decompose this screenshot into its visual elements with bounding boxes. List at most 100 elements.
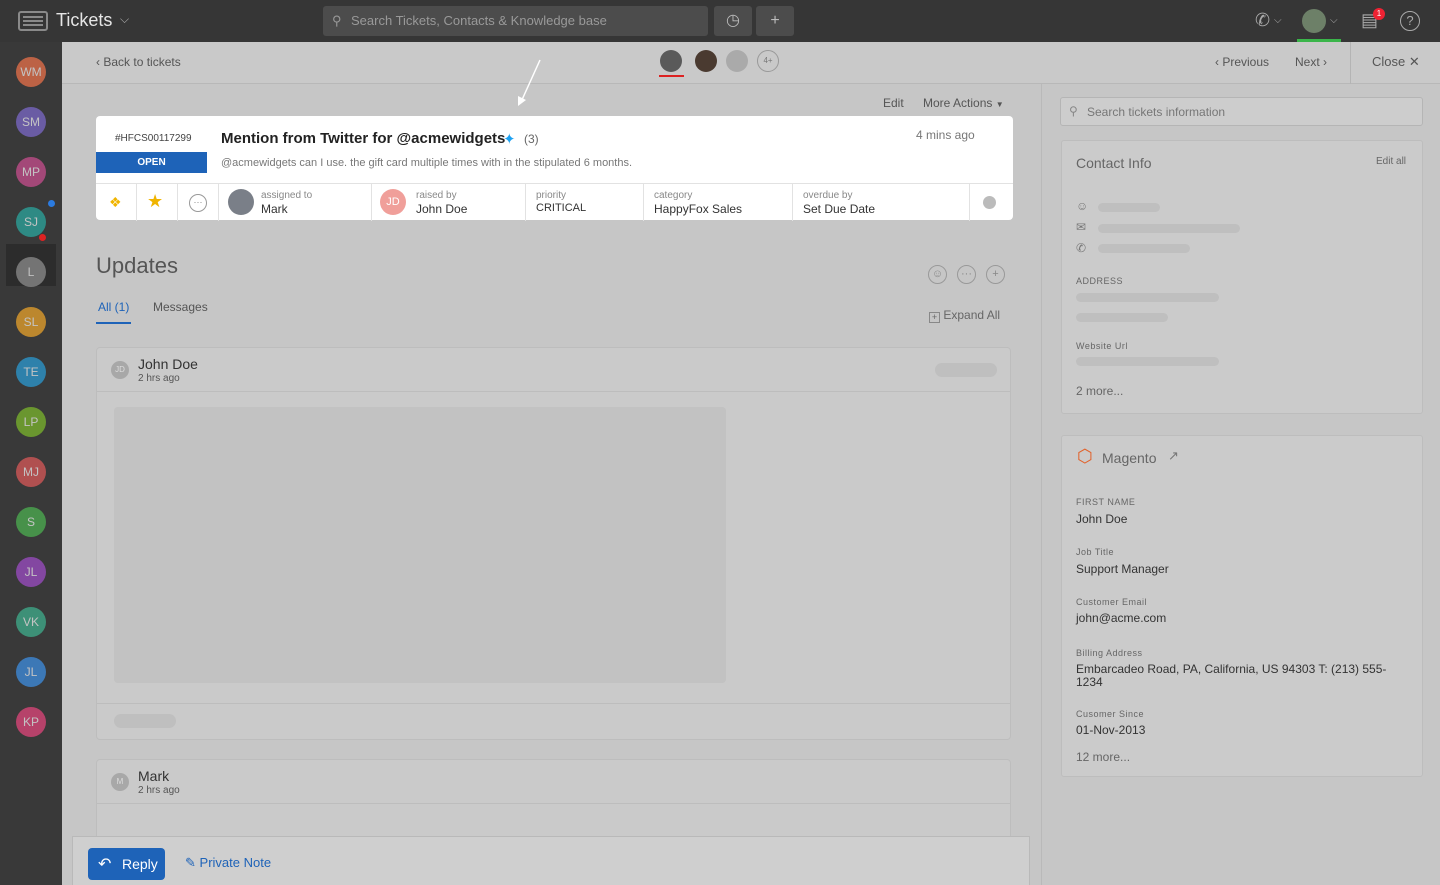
watcher-avatar[interactable] bbox=[660, 50, 682, 72]
user-icon[interactable]: ☺ bbox=[928, 265, 947, 284]
more-actions-button[interactable]: More Actions ▼ bbox=[923, 96, 1004, 110]
reply-icon: ↶ bbox=[98, 856, 112, 873]
agent-avatar[interactable]: MJ bbox=[16, 457, 46, 487]
active-tab-indicator bbox=[96, 322, 131, 324]
more-actions-label: More Actions bbox=[923, 96, 993, 110]
agent-avatar[interactable]: WM bbox=[16, 57, 46, 87]
edit-ticket-button[interactable]: Edit bbox=[883, 96, 904, 110]
update-card-header[interactable]: M Mark 2 hrs ago bbox=[97, 760, 1010, 804]
agent-avatar[interactable]: VK bbox=[16, 607, 46, 637]
field-value: 01-Nov-2013 bbox=[1076, 723, 1146, 737]
search-placeholder: Search Tickets, Contacts & Knowledge bas… bbox=[351, 13, 607, 28]
chevron-down-icon[interactable]: ⌵ bbox=[120, 12, 129, 27]
edit-all-button[interactable]: Edit all bbox=[1376, 156, 1406, 167]
assigned-to-field[interactable]: assigned to Mark bbox=[219, 184, 372, 221]
user-avatar[interactable] bbox=[1302, 9, 1326, 33]
overdue-value: Set Due Date bbox=[803, 202, 876, 216]
ellipsis-icon[interactable]: ··· bbox=[957, 265, 976, 284]
agent-avatar[interactable]: SJ bbox=[16, 207, 46, 237]
plus-icon: + bbox=[770, 12, 780, 29]
plus-icon[interactable]: + bbox=[986, 265, 1005, 284]
private-note-label: Private Note bbox=[199, 855, 272, 870]
pin-button[interactable]: ❖ bbox=[96, 184, 137, 221]
app-title[interactable]: Tickets bbox=[56, 10, 112, 31]
tab-all[interactable]: All (1) bbox=[98, 300, 129, 314]
priority-field[interactable]: priority CRITICAL bbox=[526, 184, 644, 221]
magento-more-link[interactable]: 12 more... bbox=[1076, 750, 1130, 764]
phone-icon[interactable]: ✆ bbox=[1255, 10, 1270, 31]
watcher-avatar[interactable] bbox=[695, 50, 717, 72]
external-link-icon[interactable]: ↗ bbox=[1168, 448, 1179, 464]
cursor-arrow-icon bbox=[518, 59, 541, 106]
update-card-header[interactable]: JD John Doe 2 hrs ago bbox=[97, 348, 1010, 392]
back-label: Back to tickets bbox=[103, 55, 181, 69]
clock-icon: ◷ bbox=[726, 12, 740, 29]
next-ticket-link[interactable]: Next › bbox=[1295, 55, 1327, 69]
website-label: Website Url bbox=[1076, 341, 1128, 351]
close-ticket-button[interactable]: Close ✕ bbox=[1372, 54, 1420, 70]
watcher-avatar[interactable] bbox=[726, 50, 748, 72]
chevron-down-icon[interactable]: ⌵ bbox=[1274, 15, 1282, 26]
category-value: HappyFox Sales bbox=[654, 202, 743, 216]
new-ticket-button[interactable]: + bbox=[756, 6, 794, 36]
twitter-icon: ✦ bbox=[503, 131, 516, 148]
agent-avatar[interactable]: S bbox=[16, 507, 46, 537]
menu-icon[interactable] bbox=[18, 11, 48, 31]
ellipsis-icon: ··· bbox=[189, 194, 207, 212]
pin-icon: ❖ bbox=[109, 194, 122, 210]
agent-avatar[interactable]: SL bbox=[16, 307, 46, 337]
reply-composer-bar: ↶ Reply ✎ Private Note bbox=[72, 836, 1030, 885]
private-note-button[interactable]: ✎ Private Note bbox=[185, 855, 271, 871]
message-count: (3) bbox=[524, 132, 539, 146]
status-badge[interactable]: OPEN bbox=[96, 152, 207, 173]
raised-label: raised by bbox=[416, 190, 457, 201]
agent-avatar[interactable]: LP bbox=[16, 407, 46, 437]
category-field[interactable]: category HappyFox Sales bbox=[644, 184, 793, 221]
loading-placeholder bbox=[1098, 203, 1160, 212]
field-value: Support Manager bbox=[1076, 562, 1169, 576]
agent-avatar[interactable]: TE bbox=[16, 357, 46, 387]
due-date-field[interactable]: overdue by Set Due Date bbox=[793, 184, 970, 221]
raised-by-field[interactable]: JD raised by John Doe bbox=[372, 184, 526, 221]
watcher-active-indicator bbox=[659, 75, 684, 77]
ticket-title: Mention from Twitter for @acmewidgets bbox=[221, 130, 506, 147]
back-to-tickets-link[interactable]: ‹ Back to tickets bbox=[96, 55, 181, 69]
agent-avatar[interactable]: L bbox=[16, 257, 46, 287]
field-label: Customer Email bbox=[1076, 597, 1148, 607]
assignee-avatar bbox=[228, 189, 254, 215]
previous-ticket-link[interactable]: ‹ Previous bbox=[1215, 55, 1269, 69]
ticket-info-search-input[interactable]: ⚲ Search tickets information bbox=[1060, 97, 1423, 126]
expand-icon: + bbox=[929, 312, 940, 323]
update-time: 2 hrs ago bbox=[138, 373, 180, 384]
global-search-input[interactable]: ⚲ Search Tickets, Contacts & Knowledge b… bbox=[323, 6, 708, 36]
priority-value: CRITICAL bbox=[536, 202, 587, 214]
agent-avatar[interactable]: JL bbox=[16, 557, 46, 587]
magento-title: Magento bbox=[1102, 450, 1157, 466]
recent-history-button[interactable]: ◷ bbox=[714, 6, 752, 36]
close-label: Close bbox=[1372, 54, 1406, 69]
chevron-down-icon[interactable]: ⌵ bbox=[1330, 15, 1338, 26]
watchers-more-button[interactable]: 4+ bbox=[757, 50, 779, 72]
expand-all-button[interactable]: + Expand All bbox=[929, 308, 1000, 323]
agent-avatar[interactable]: SM bbox=[16, 107, 46, 137]
top-bar: Tickets ⌵ ⚲ Search Tickets, Contacts & K… bbox=[0, 0, 1440, 42]
more-options-button[interactable]: ··· bbox=[178, 184, 219, 221]
star-button[interactable]: ★ bbox=[137, 184, 178, 221]
contact-more-link[interactable]: 2 more... bbox=[1076, 384, 1123, 398]
tab-messages[interactable]: Messages bbox=[153, 300, 208, 314]
agent-avatar[interactable]: KP bbox=[16, 707, 46, 737]
reply-button[interactable]: ↶ Reply bbox=[88, 848, 165, 880]
update-author: John Doe bbox=[138, 356, 198, 372]
agent-avatar[interactable]: MP bbox=[16, 157, 46, 187]
unread-dot bbox=[48, 200, 55, 207]
star-icon: ★ bbox=[147, 191, 164, 211]
divider bbox=[1350, 42, 1351, 84]
field-value: Embarcadeo Road, PA, California, US 9430… bbox=[1076, 662, 1387, 689]
field-value: John Doe bbox=[1076, 512, 1128, 526]
field-label: Billing Address bbox=[1076, 648, 1143, 658]
update-author: Mark bbox=[138, 768, 170, 784]
update-card: JD John Doe 2 hrs ago bbox=[96, 347, 1011, 740]
agent-avatar[interactable]: JL bbox=[16, 657, 46, 687]
status-indicator-dot[interactable] bbox=[983, 196, 996, 209]
help-icon[interactable]: ? bbox=[1400, 11, 1420, 31]
